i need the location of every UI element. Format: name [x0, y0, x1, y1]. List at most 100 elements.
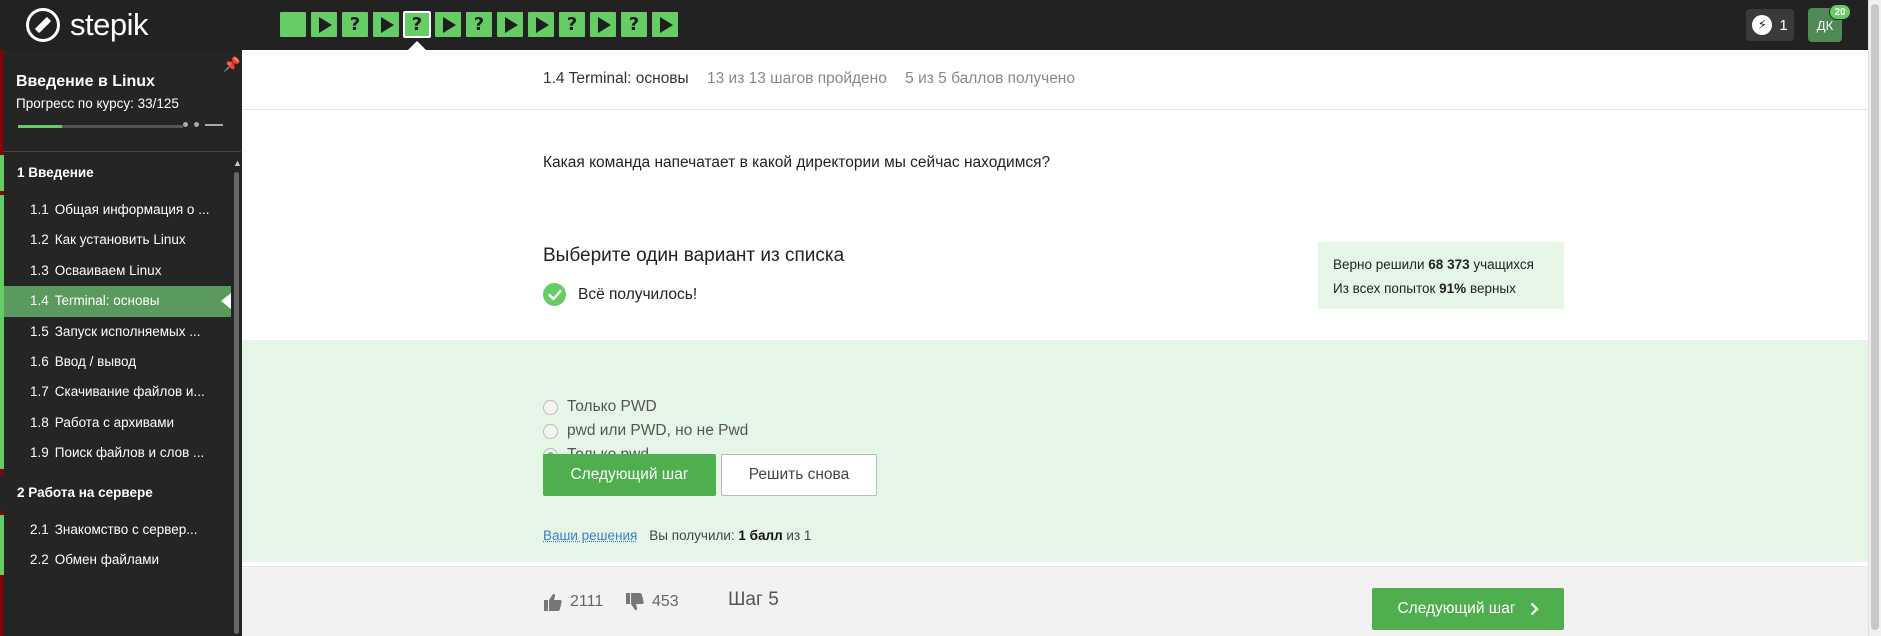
- step-13-button[interactable]: [652, 12, 678, 37]
- play-icon: [660, 16, 673, 33]
- question-icon: ?: [628, 14, 640, 35]
- submission-info: Ваши решения Вы получили: 1 балл из 1: [543, 528, 811, 543]
- success-text: Всё получилось!: [578, 285, 698, 303]
- lesson-label: Ввод / вывод: [54, 353, 137, 369]
- stepik-logo-icon: [26, 8, 60, 42]
- section-title[interactable]: 2 Работа на сервере: [0, 474, 231, 511]
- sidebar-item-lesson-1-4[interactable]: 1.4 Terminal: основы: [0, 286, 231, 317]
- step-6-button[interactable]: [435, 12, 461, 37]
- step-8-button[interactable]: [497, 12, 523, 37]
- lesson-number: 2.1: [30, 521, 49, 537]
- step-11-button[interactable]: [590, 12, 616, 37]
- stats-text: Верно решили: [1333, 257, 1429, 272]
- success-message: Всё получилось!: [543, 283, 697, 306]
- lesson-title[interactable]: 1.4 Terminal: основы: [543, 70, 689, 87]
- lesson-label: Обмен файлами: [54, 551, 160, 567]
- footer-next-label: Следующий шаг: [1397, 600, 1516, 617]
- lesson-number: 1.7: [30, 384, 49, 400]
- sidebar-item-lesson-2-1[interactable]: 2.1 Знакомство с сервер...: [0, 514, 231, 545]
- play-icon: [505, 16, 518, 33]
- play-icon: [536, 16, 549, 33]
- step-3-button[interactable]: ?: [342, 12, 368, 37]
- course-title[interactable]: Введение в Linux: [16, 73, 155, 91]
- course-progress-fill: [18, 125, 62, 128]
- window-scrollbar[interactable]: [1868, 0, 1881, 636]
- footer-next-step-button[interactable]: Следующий шаг: [1372, 588, 1564, 630]
- lesson-label: Осваиваем Linux: [54, 262, 162, 278]
- step-9-button[interactable]: [528, 12, 554, 37]
- answer-option[interactable]: Только PWD: [543, 398, 657, 416]
- like-button[interactable]: 2111: [543, 592, 603, 612]
- step-10-button[interactable]: ?: [559, 12, 585, 37]
- avatar[interactable]: ДК 20: [1808, 4, 1851, 42]
- lesson-number: 1.5: [30, 323, 49, 339]
- lesson-list: 1 Введение 1.1 Общая информация о ... 1.2 Ка…: [0, 155, 231, 576]
- solution-stats: Верно решили 68 373 учащихся Из всех поп…: [1318, 242, 1564, 309]
- step-7-button[interactable]: ?: [466, 12, 492, 37]
- play-icon: [319, 16, 332, 33]
- lightning-icon: ⚡: [1752, 15, 1773, 35]
- section-title[interactable]: 1 Введение: [0, 155, 231, 191]
- sidebar-item-lesson-1-6[interactable]: 1.6 Ввод / вывод: [0, 346, 231, 378]
- pin-icon[interactable]: 📌: [223, 56, 240, 73]
- sidebar-item-lesson-1-2[interactable]: 1.2 Как установить Linux: [0, 225, 231, 256]
- thumbs-up-icon: [544, 593, 562, 611]
- lesson-number: 1.1: [30, 202, 49, 217]
- lesson-header: 1.4 Terminal: основы 13 из 13 шагов прой…: [543, 70, 1075, 88]
- scroll-up-icon[interactable]: ▲: [233, 158, 242, 168]
- header-divider: [242, 109, 1868, 110]
- energy-counter[interactable]: ⚡ 1: [1746, 9, 1794, 41]
- option-label: pwd или PWD, но не Pwd: [567, 422, 749, 439]
- step-2-button[interactable]: [311, 12, 337, 37]
- lesson-number: 2.2: [30, 551, 49, 567]
- option-label: Только PWD: [567, 398, 657, 415]
- lesson-label: Запуск исполняемых ...: [54, 323, 201, 339]
- lesson-label: Как установить Linux: [54, 232, 186, 248]
- lesson-label: Terminal: основы: [54, 293, 160, 309]
- course-progress-bar: [18, 125, 183, 128]
- sidebar-scroll-thumb[interactable]: [234, 172, 239, 634]
- sidebar-item-lesson-1-1[interactable]: 1.1 Общая информация о ...: [0, 195, 231, 226]
- play-icon: [381, 16, 394, 33]
- thumbs-down-icon: [626, 593, 644, 611]
- course-sidebar: 📌 Введение в Linux Прогресс по курсу: 33…: [0, 50, 242, 636]
- lesson-number: 1.9: [30, 445, 49, 461]
- step-4-button[interactable]: [373, 12, 399, 37]
- window-scroll-thumb[interactable]: [1871, 4, 1879, 630]
- stepik-logo[interactable]: stepik: [26, 8, 148, 42]
- step-number: Шаг 5: [728, 589, 779, 610]
- dislike-button[interactable]: 453: [625, 592, 679, 612]
- solved-count: 68 373: [1428, 257, 1470, 272]
- sidebar-item-lesson-1-9[interactable]: 1.9 Поиск файлов и слов ...: [0, 438, 231, 469]
- step-5-button[interactable]: ?: [403, 11, 431, 50]
- sidebar-item-lesson-2-2[interactable]: 2.2 Обмен файлами: [0, 544, 231, 576]
- points-earned: 5 из 5 баллов получено: [905, 70, 1075, 87]
- next-step-button[interactable]: Следующий шаг: [543, 454, 716, 496]
- likes-count: 2111: [570, 593, 604, 610]
- radio-button[interactable]: [543, 399, 558, 415]
- sidebar-item-lesson-1-5[interactable]: 1.5 Запуск исполняемых ...: [0, 316, 231, 347]
- stats-text: Из всех попыток: [1333, 281, 1440, 296]
- notification-badge: 20: [1829, 4, 1851, 20]
- radio-button[interactable]: [543, 423, 558, 439]
- sidebar-scrollbar[interactable]: ▲: [233, 158, 242, 636]
- your-solutions-link[interactable]: Ваши решения: [543, 528, 637, 543]
- step-12-button[interactable]: ?: [621, 12, 647, 37]
- step-footer: 2111 453 Шаг 5 Следующий шаг: [242, 566, 1868, 636]
- step-1-button[interactable]: [280, 12, 306, 37]
- dislikes-count: 453: [652, 593, 679, 610]
- stats-text: учащихся: [1469, 257, 1534, 272]
- energy-count: 1: [1779, 16, 1788, 34]
- lesson-label: Общая информация о ...: [54, 202, 210, 217]
- lesson-number: 1.3: [30, 262, 49, 278]
- solve-again-button[interactable]: Решить снова: [721, 454, 877, 496]
- answer-option[interactable]: pwd или PWD, но не Pwd: [543, 422, 748, 440]
- sidebar-item-lesson-1-8[interactable]: 1.8 Работа с архивами: [0, 407, 231, 439]
- lesson-label: Знакомство с сервер...: [54, 521, 198, 537]
- choose-label: Выберите один вариант из списка: [543, 245, 845, 266]
- attempts-line: Из всех попыток 91% верных: [1333, 277, 1549, 301]
- sidebar-divider: [3, 151, 241, 152]
- sidebar-item-lesson-1-3[interactable]: 1.3 Осваиваем Linux: [0, 255, 231, 287]
- sidebar-item-lesson-1-7[interactable]: 1.7 Скачивание файлов и...: [0, 377, 231, 408]
- lesson-label: Работа с архивами: [54, 414, 175, 430]
